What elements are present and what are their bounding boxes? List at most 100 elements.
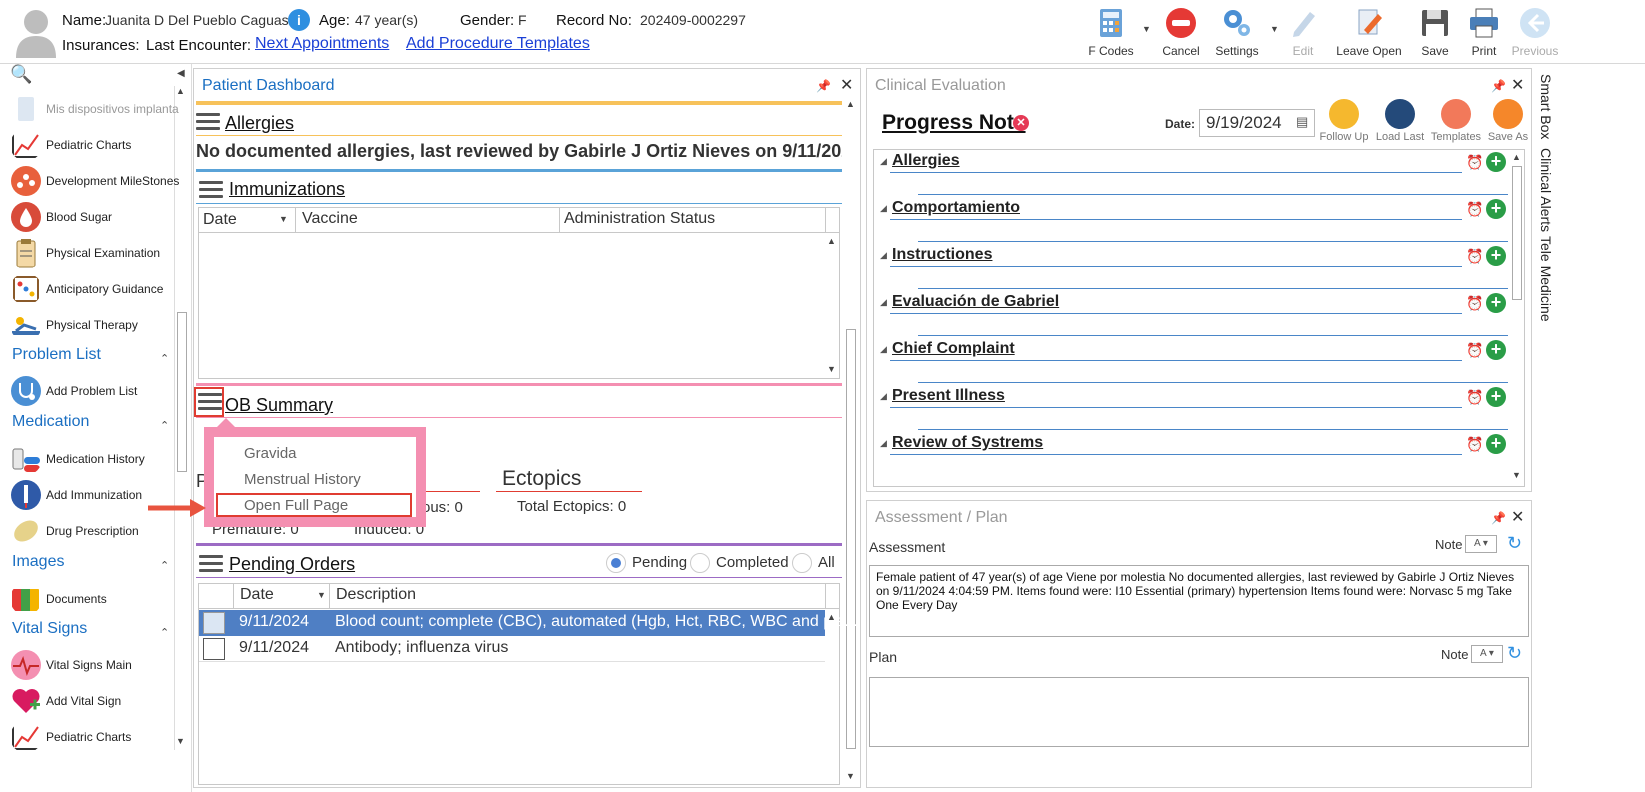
scroll-thumb[interactable] [846,329,856,749]
settings-button[interactable]: Settings [1204,4,1270,62]
alarm-clock-icon[interactable]: ⏰ [1466,154,1483,171]
pin-icon[interactable]: 📌 [1491,511,1506,525]
progress-note-title[interactable]: Progress Note [882,111,1026,135]
section-label[interactable]: Chief Complaint [892,340,1015,358]
add-procedure-templates-link[interactable]: Add Procedure Templates [406,35,590,53]
chevron-up-icon[interactable]: ⌃ [160,352,169,365]
sidebar-item-anticipatory-guidance[interactable]: Anticipatory Guidance [10,272,163,306]
scroll-thumb[interactable] [177,312,187,472]
dashboard-scrollbar[interactable]: ▲ ▼ [844,99,858,785]
pin-icon[interactable]: 📌 [1491,79,1506,93]
alarm-clock-icon[interactable]: ⏰ [1466,295,1483,312]
radio-completed[interactable]: Completed [690,553,789,573]
menu-item-menstrual-history[interactable]: Menstrual History [244,471,361,488]
sidebar-item-pediatric-charts-2[interactable]: Pediatric Charts [10,720,131,754]
sections-scrollbar[interactable]: ▲ ▼ [1510,150,1524,486]
sidebar-item-implants[interactable]: Mis dispositivos implanta [10,92,179,126]
section-problem-list[interactable]: Problem List [12,346,101,364]
pending-orders-title[interactable]: Pending Orders [229,554,355,575]
add-icon[interactable]: + [1486,199,1506,219]
scroll-down-icon[interactable]: ▼ [827,364,836,374]
sidebar-item-blood-sugar[interactable]: Blood Sugar [10,200,112,234]
leave-open-button[interactable]: Leave Open [1334,4,1404,62]
radio-all[interactable]: All [792,553,835,573]
column-vaccine[interactable]: Vaccine [295,207,358,233]
expand-icon[interactable]: ◢ [880,344,887,355]
section-label[interactable]: Review of Systrems [892,434,1043,452]
calendar-icon[interactable]: ▤ [1296,114,1308,130]
alarm-clock-icon[interactable]: ⏰ [1466,248,1483,265]
add-icon[interactable]: + [1486,246,1506,266]
expand-icon[interactable]: ◢ [880,391,887,402]
info-icon[interactable]: i [288,9,310,31]
sidebar-item-medication-history[interactable]: Medication History [10,442,145,476]
scroll-up-icon[interactable]: ▲ [827,236,836,246]
scroll-up-icon[interactable]: ▲ [846,99,855,109]
templates-button[interactable]: Templates [1429,99,1483,143]
menu-item-open-full-page[interactable]: Open Full Page [244,497,348,514]
pending-orders-menu-icon[interactable] [199,555,223,573]
expand-icon[interactable]: ◢ [880,438,887,449]
chevron-up-icon[interactable]: ⌃ [160,626,169,639]
sidebar-item-pediatric-charts[interactable]: Pediatric Charts [10,128,131,162]
row-checkbox[interactable] [203,612,225,634]
scroll-down-icon[interactable]: ▼ [846,771,855,781]
pn-section-evaluacion[interactable]: ◢ Evaluación de Gabriel ⏰ + [878,291,1508,336]
sidebar-item-add-problem-list[interactable]: Add Problem List [10,374,137,408]
sidebar-item-drug-prescription[interactable]: Drug Prescription [10,514,139,548]
radio-pending-dot[interactable] [606,553,626,573]
immunizations-menu-icon[interactable] [199,181,223,199]
expand-icon[interactable]: ◢ [880,156,887,167]
section-label[interactable]: Allergies [892,152,960,170]
sort-dropdown-icon[interactable]: ▼ [317,590,326,600]
add-icon[interactable]: + [1486,293,1506,313]
allergies-menu-icon[interactable] [196,113,220,131]
add-icon[interactable]: + [1486,340,1506,360]
fcodes-button[interactable]: F Codes [1078,4,1144,62]
immunizations-title[interactable]: Immunizations [229,179,345,200]
pn-section-comportamiento[interactable]: ◢ Comportamiento ⏰ + [878,197,1508,242]
pn-section-allergies[interactable]: ◢ Allergies ⏰ + [878,150,1508,195]
section-vital-signs[interactable]: Vital Signs [12,620,87,638]
sidebar-item-add-immunization[interactable]: Add Immunization [10,478,142,512]
menu-item-gravida[interactable]: Gravida [244,445,297,462]
refresh-icon[interactable]: ↻ [1507,533,1522,554]
refresh-icon[interactable]: ↻ [1507,643,1522,664]
pn-section-instructiones[interactable]: ◢ Instructiones ⏰ + [878,244,1508,289]
close-icon[interactable]: ✕ [1511,507,1524,527]
column-date[interactable]: Date [203,211,237,229]
pn-section-chief-complaint[interactable]: ◢ Chief Complaint ⏰ + [878,338,1508,383]
search-icon[interactable]: 🔍 [10,64,32,85]
section-medication[interactable]: Medication [12,413,89,431]
pn-section-review-of-systems[interactable]: ◢ Review of Systrems ⏰ + [878,432,1508,462]
follow-up-button[interactable]: Follow Up [1317,99,1371,143]
pin-icon[interactable]: 📌 [816,79,831,93]
expand-icon[interactable]: ◢ [880,250,887,261]
alarm-clock-icon[interactable]: ⏰ [1466,201,1483,218]
table-row[interactable]: 9/11/2024 Antibody; influenza virus [199,636,825,662]
radio-pending[interactable]: Pending [606,553,687,573]
collapse-sidebar-icon[interactable]: ◀ [177,68,185,79]
edit-button[interactable]: Edit [1270,4,1336,62]
sidebar-item-add-vital-sign[interactable]: Add Vital Sign [10,684,121,718]
column-administration-status[interactable]: Administration Status [559,207,715,233]
column-description[interactable]: Description [329,583,416,609]
plan-textarea[interactable] [869,677,1529,747]
scroll-down-icon[interactable]: ▼ [176,736,185,746]
radio-all-dot[interactable] [792,553,812,573]
scroll-thumb[interactable] [1512,166,1522,300]
section-label[interactable]: Instructiones [892,246,992,264]
chevron-up-icon[interactable]: ⌃ [160,419,169,432]
sidebar-item-vital-signs-main[interactable]: Vital Signs Main [10,648,132,682]
sidebar-item-documents[interactable]: Documents [10,582,107,616]
pn-section-present-illness[interactable]: ◢ Present Illness ⏰ + [878,385,1508,430]
expand-icon[interactable]: ◢ [880,297,887,308]
tab-clinical-alerts[interactable]: Clinical Alerts [1538,148,1554,232]
row-checkbox[interactable] [203,638,225,660]
ob-summary-title[interactable]: OB Summary [225,395,333,416]
table-row[interactable]: 9/11/2024 Blood count; complete (CBC), a… [199,610,858,636]
add-icon[interactable]: + [1486,434,1506,454]
scroll-up-icon[interactable]: ▲ [827,612,836,622]
assessment-textarea[interactable]: Female patient of 47 year(s) of age Vien… [869,565,1529,637]
alarm-clock-icon[interactable]: ⏰ [1466,436,1483,453]
